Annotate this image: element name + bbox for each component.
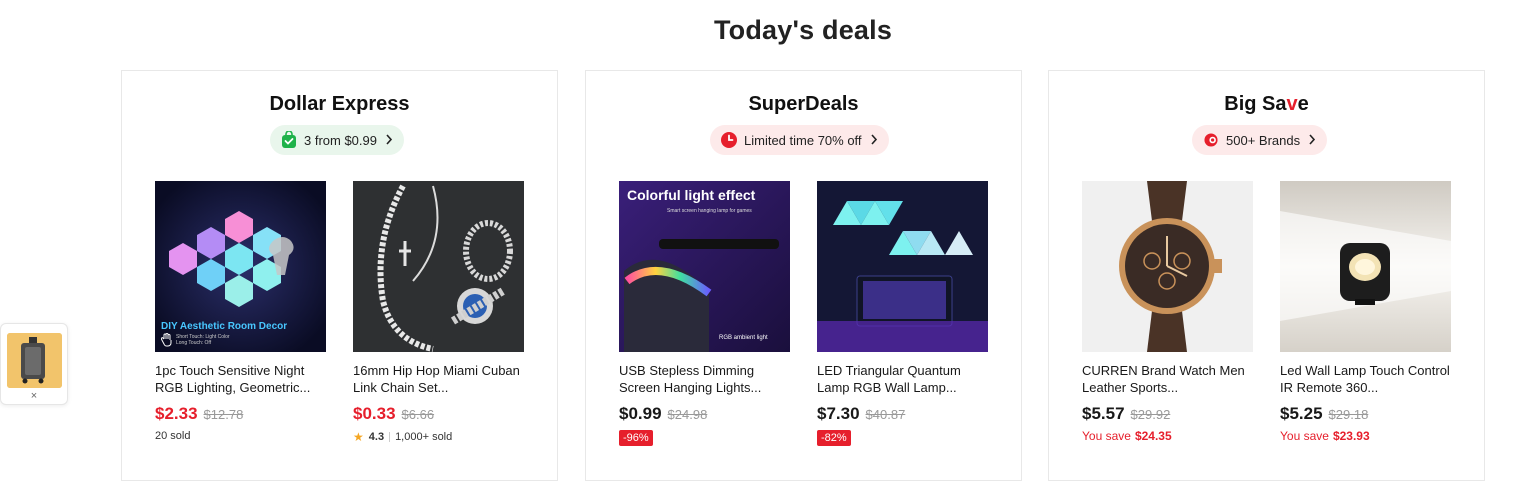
product-item[interactable]: CURREN Brand Watch Men Leather Sports...…	[1082, 181, 1253, 443]
original-price: $40.87	[865, 407, 906, 422]
original-price: $29.18	[1328, 407, 1369, 422]
title-accent: v	[1286, 93, 1298, 115]
image-subheading: Smart screen hanging lamp for games	[667, 208, 752, 214]
product-price: $2.33	[155, 404, 198, 423]
product-image[interactable]	[1280, 181, 1451, 352]
image-caption: DIY Aesthetic Room Decor	[161, 321, 288, 332]
rating-value: 4.3	[368, 431, 385, 443]
you-save: You save $24.35	[1082, 429, 1253, 443]
product-price: $0.99	[619, 404, 662, 423]
original-price: $29.92	[1130, 407, 1171, 422]
card-title: SuperDeals	[748, 93, 859, 115]
product-name[interactable]: 1pc Touch Sensitive Night RGB Lighting, …	[155, 362, 326, 396]
dollar-express-pill[interactable]: 3 from $0.99	[270, 125, 404, 155]
product-item[interactable]: Colorful light effect Smart screen hangi…	[619, 181, 790, 446]
section-title: Today's deals	[713, 15, 893, 45]
pill-label: Limited time 70% off	[744, 132, 862, 148]
original-price: $12.78	[203, 407, 244, 422]
you-save: You save $23.93	[1280, 429, 1451, 443]
pill-label: 3 from $0.99	[304, 132, 377, 148]
deal-card-superdeals[interactable]: SuperDeals Limited time 70% off Colorful…	[585, 70, 1022, 481]
pill-label: 500+ Brands	[1226, 132, 1301, 148]
superdeals-pill[interactable]: Limited time 70% off	[710, 125, 889, 155]
chevron-right-icon	[870, 133, 878, 148]
product-name[interactable]: Led Wall Lamp Touch Control IR Remote 36…	[1280, 362, 1451, 396]
product-image[interactable]	[353, 181, 524, 352]
deal-card-big-save[interactable]: Big Save 500+ Brands CURREN Brand Watch …	[1048, 70, 1485, 481]
card-title: Dollar Express	[269, 93, 410, 115]
shopping-bag-icon	[280, 131, 298, 149]
product-item[interactable]: 16mm Hip Hop Miami Cuban Link Chain Set.…	[353, 181, 524, 444]
chevron-right-icon	[385, 133, 393, 148]
product-price: $7.30	[817, 404, 860, 423]
chevron-right-icon	[1308, 133, 1316, 148]
brand-tag-icon	[1202, 131, 1220, 149]
product-price: $5.25	[1280, 404, 1323, 423]
product-image[interactable]	[1082, 181, 1253, 352]
image-note: Long Touch: Off	[176, 340, 212, 346]
sold-count: 1,000+ sold	[395, 431, 453, 443]
card-title: Big Save	[1049, 93, 1484, 116]
product-image[interactable]: DIY Aesthetic Room Decor Short Touch: Li…	[155, 181, 326, 352]
clock-icon	[720, 131, 738, 149]
product-price: $5.57	[1082, 404, 1125, 423]
save-amount: $24.35	[1134, 429, 1172, 443]
product-name[interactable]: CURREN Brand Watch Men Leather Sports...	[1082, 362, 1253, 396]
product-name[interactable]: USB Stepless Dimming Screen Hanging Ligh…	[619, 362, 790, 396]
original-price: $24.98	[667, 407, 708, 422]
image-heading: Colorful light effect	[627, 187, 756, 203]
product-item[interactable]: LED Triangular Quantum Lamp RGB Wall Lam…	[817, 181, 988, 446]
image-tag: RGB ambient light	[719, 335, 768, 341]
title-part: Big Sa	[1224, 93, 1287, 115]
product-image[interactable]	[817, 181, 988, 352]
deal-card-dollar-express[interactable]: Dollar Express 3 from $0.99 DIY Aestheti…	[121, 70, 558, 481]
product-item[interactable]: DIY Aesthetic Room Decor Short Touch: Li…	[155, 181, 326, 442]
original-price: $6.66	[401, 407, 435, 422]
save-label: You save	[1082, 429, 1131, 443]
save-amount: $23.93	[1332, 429, 1370, 443]
product-item[interactable]: Led Wall Lamp Touch Control IR Remote 36…	[1280, 181, 1451, 443]
big-save-pill[interactable]: 500+ Brands	[1192, 125, 1328, 155]
hand-touch-icon	[160, 333, 173, 347]
close-icon[interactable]: ×	[1, 390, 67, 402]
product-image[interactable]: Colorful light effect Smart screen hangi…	[619, 181, 790, 352]
save-label: You save	[1280, 429, 1329, 443]
product-price: $0.33	[353, 404, 396, 423]
product-name[interactable]: LED Triangular Quantum Lamp RGB Wall Lam…	[817, 362, 988, 396]
divider	[389, 432, 391, 442]
title-part: e	[1297, 93, 1309, 115]
discount-badge: -96%	[619, 430, 653, 446]
floating-product-image[interactable]	[7, 333, 62, 388]
discount-badge: -82%	[817, 430, 851, 446]
product-name[interactable]: 16mm Hip Hop Miami Cuban Link Chain Set.…	[353, 362, 524, 396]
floating-product-widget[interactable]: ×	[0, 323, 68, 405]
sold-count: 20 sold	[155, 430, 191, 442]
star-icon: ★	[353, 430, 364, 444]
